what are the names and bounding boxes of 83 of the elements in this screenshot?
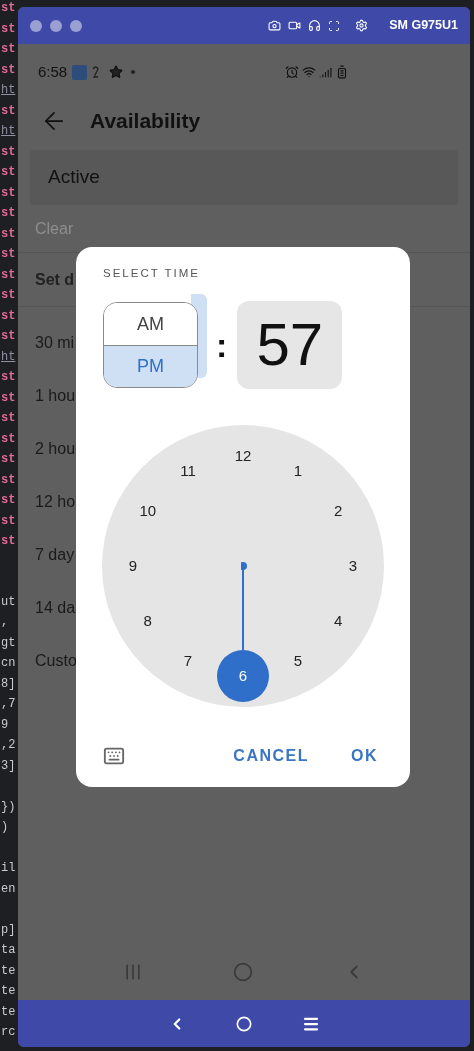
code-text: st — [1, 289, 16, 302]
settings-icon[interactable] — [355, 19, 369, 32]
keyboard-icon[interactable] — [103, 745, 125, 767]
clock-number[interactable]: 6 — [217, 650, 269, 703]
code-text: st — [1, 371, 16, 384]
code-text: te — [1, 1005, 16, 1018]
code-text: , — [1, 616, 9, 629]
code-text: 9 — [1, 718, 9, 731]
code-text: gt — [1, 636, 16, 649]
signal-icon — [319, 65, 333, 79]
dialog-button[interactable]: CANCEL — [225, 740, 317, 772]
code-text: ta — [1, 944, 16, 957]
code-text: en — [1, 882, 16, 895]
window-control-icon[interactable] — [70, 19, 82, 32]
time-separator: : — [216, 324, 228, 366]
code-text: st — [1, 248, 16, 261]
code-text: st — [1, 186, 16, 199]
clock-number[interactable]: 5 — [283, 646, 313, 677]
code-text: ut — [1, 595, 16, 608]
code-text: st — [1, 432, 16, 445]
code-text: ,7 — [1, 698, 16, 711]
period-option[interactable]: AM — [104, 303, 197, 345]
clock-face[interactable]: 12 1 2 3 4 5 6 7 8 9 10 11 — [102, 425, 384, 708]
status-time: 6:58 — [38, 61, 68, 82]
page-title: Availability — [90, 108, 201, 135]
code-text: st — [1, 104, 16, 117]
code-text: st — [1, 43, 16, 56]
code-text: st — [1, 227, 16, 240]
clock-number[interactable]: 8 — [132, 606, 163, 637]
window-control-icon[interactable] — [30, 19, 42, 32]
dialog-button[interactable]: OK — [343, 740, 386, 772]
code-text: 3] — [1, 759, 16, 772]
code-text: st — [1, 453, 16, 466]
code-text: ht — [1, 350, 16, 363]
code-text: ,2 — [1, 739, 16, 752]
code-text: st — [1, 22, 16, 35]
code-text: st — [1, 391, 16, 404]
clock-number[interactable]: 9 — [118, 551, 148, 582]
clock-number[interactable]: 2 — [323, 496, 354, 527]
code-text: st — [1, 494, 16, 507]
code-text: st — [1, 145, 16, 158]
section-header: Set d — [35, 269, 75, 290]
code-text: il — [1, 862, 16, 875]
clock-number[interactable]: 11 — [173, 456, 203, 486]
camera-icon[interactable] — [268, 19, 282, 32]
clock-number[interactable]: 10 — [132, 496, 163, 527]
code-text: ht — [1, 125, 16, 138]
code-text: st — [1, 535, 16, 548]
code-text: ht — [1, 84, 16, 97]
clock-number[interactable]: 7 — [173, 646, 203, 677]
clock-number[interactable]: 3 — [338, 551, 368, 582]
code-text: te — [1, 985, 16, 998]
fullscreen-icon[interactable] — [328, 19, 341, 32]
period-option[interactable]: PM — [104, 344, 197, 388]
code-text: st — [1, 207, 16, 220]
star-icon — [109, 65, 124, 79]
code-text: st — [1, 309, 16, 322]
code-text: p] — [1, 923, 16, 936]
clock-number[interactable]: 4 — [323, 606, 354, 637]
code-text: }) — [1, 800, 16, 813]
device-name: SM G975U1 — [389, 17, 458, 35]
code-text: rc — [1, 1026, 16, 1039]
alarm-icon — [285, 65, 300, 79]
code-text: st — [1, 412, 16, 425]
code-text: st — [1, 330, 16, 343]
clock-number[interactable]: 1 — [283, 456, 313, 486]
code-text: st — [1, 268, 16, 281]
video-icon[interactable] — [288, 19, 302, 32]
headphones-icon[interactable] — [308, 19, 322, 32]
code-text: st — [1, 2, 16, 15]
code-text: st — [1, 514, 16, 527]
code-text: st — [1, 63, 16, 76]
dialog-header: SELECT TIME — [103, 266, 201, 281]
code-text: cn — [1, 657, 16, 670]
code-text: 8] — [1, 677, 16, 690]
code-text: st — [1, 166, 16, 179]
code-text: te — [1, 964, 16, 977]
minute-field[interactable]: 57 — [237, 301, 343, 390]
code-text: ) — [1, 821, 9, 834]
clock-number[interactable]: 12 — [228, 441, 258, 472]
code-text: st — [1, 473, 16, 486]
wifi-icon — [302, 65, 317, 79]
window-control-icon[interactable] — [50, 19, 62, 32]
